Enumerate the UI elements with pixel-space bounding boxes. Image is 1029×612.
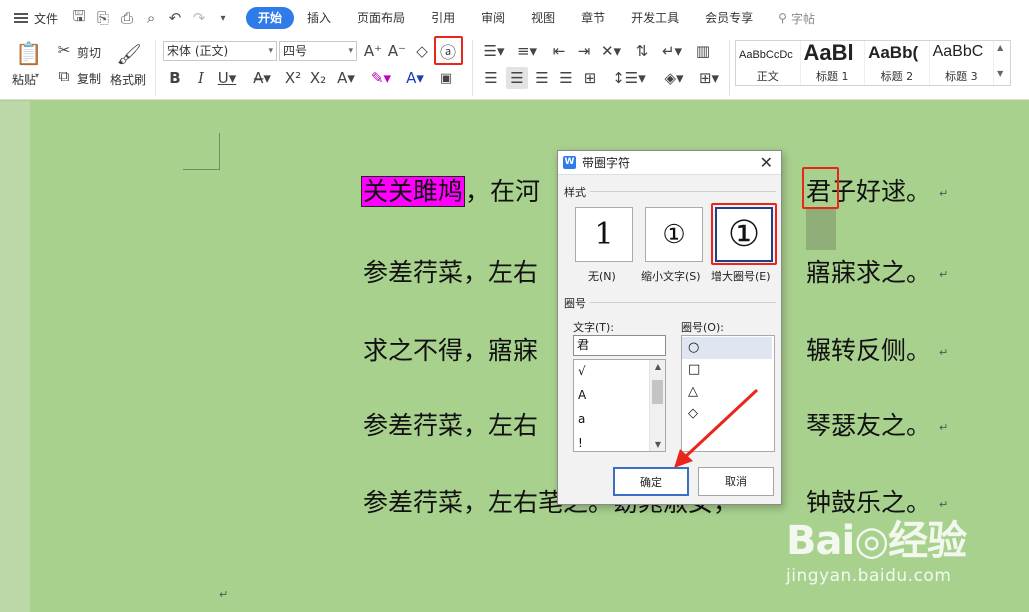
watermark-logo: Bai◎经验 — [786, 518, 967, 564]
watermark-url: jingyan.baidu.com — [786, 566, 952, 586]
arrow-shaft — [682, 388, 759, 460]
baidu-jingyan-watermark: Bai◎经验 jingyan.baidu.com — [786, 508, 967, 586]
